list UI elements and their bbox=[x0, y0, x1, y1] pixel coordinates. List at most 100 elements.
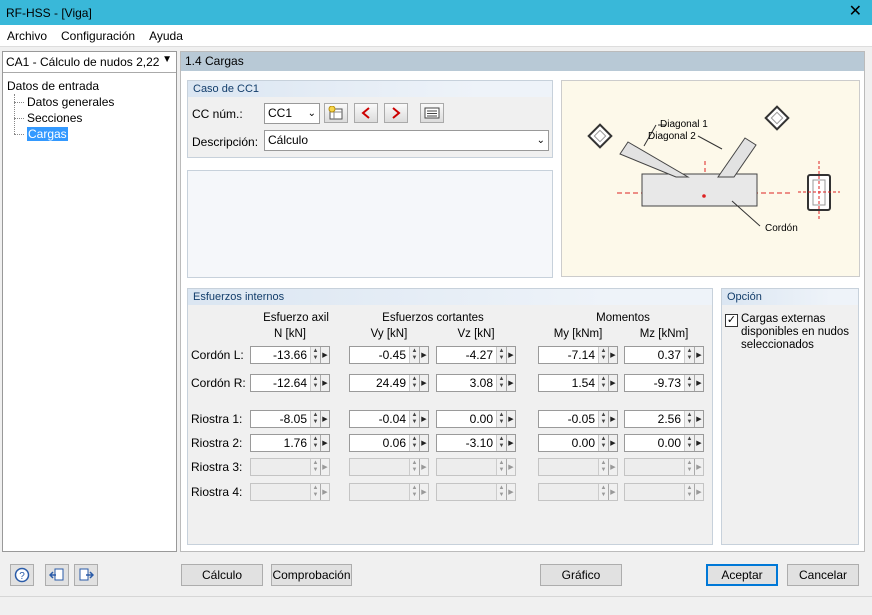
tree-item-datos-generales[interactable]: Datos generales bbox=[7, 94, 114, 110]
row-label: Cordón L: bbox=[191, 348, 244, 362]
spinner-arrows-icon[interactable]: ▲ ▼ bbox=[310, 435, 320, 451]
play-icon: ▶ bbox=[506, 459, 515, 475]
cc-select[interactable]: CC1 ⌄ bbox=[264, 103, 320, 124]
calculo-button[interactable]: Cálculo bbox=[181, 564, 263, 586]
play-icon[interactable]: ▶ bbox=[506, 411, 515, 427]
play-icon[interactable]: ▶ bbox=[694, 435, 703, 451]
close-icon[interactable]: ✕ bbox=[849, 3, 862, 21]
spinner-arrows-icon: ▲ ▼ bbox=[598, 459, 608, 475]
spinner-arrows-icon[interactable]: ▲ ▼ bbox=[496, 375, 506, 391]
input-value: 1.76 bbox=[283, 436, 307, 450]
play-icon[interactable]: ▶ bbox=[320, 347, 329, 363]
vz-input[interactable]: -4.27 ▲ ▼ ▶ bbox=[436, 346, 516, 364]
play-icon[interactable]: ▶ bbox=[419, 347, 428, 363]
play-icon[interactable]: ▶ bbox=[506, 375, 515, 391]
play-icon[interactable]: ▶ bbox=[506, 435, 515, 451]
spinner-arrows-icon[interactable]: ▲ ▼ bbox=[684, 435, 694, 451]
menu-configuracion[interactable]: Configuración bbox=[54, 29, 142, 43]
vy-input[interactable]: 24.49 ▲ ▼ ▶ bbox=[349, 374, 429, 392]
mz-input[interactable]: 0.00 ▲ ▼ ▶ bbox=[624, 434, 704, 452]
button-bar: ? Cálculo Comprobación Gráfico Aceptar C… bbox=[0, 556, 872, 596]
input-value: -0.05 bbox=[567, 412, 595, 426]
help-icon[interactable]: ? bbox=[10, 564, 34, 586]
grafico-button[interactable]: Gráfico bbox=[540, 564, 622, 586]
export-icon[interactable] bbox=[74, 564, 98, 586]
vy-input[interactable]: -0.45 ▲ ▼ ▶ bbox=[349, 346, 429, 364]
aceptar-button[interactable]: Aceptar bbox=[706, 564, 778, 586]
descripcion-select[interactable]: Cálculo ⌄ bbox=[264, 130, 549, 151]
vz-input[interactable]: -3.10 ▲ ▼ ▶ bbox=[436, 434, 516, 452]
spinner-arrows-icon[interactable]: ▲ ▼ bbox=[409, 375, 419, 391]
mz-input[interactable]: 0.37 ▲ ▼ ▶ bbox=[624, 346, 704, 364]
vy-input: ▲ ▼ ▶ bbox=[349, 483, 429, 501]
new-load-case-icon[interactable] bbox=[324, 103, 348, 123]
spinner-arrows-icon[interactable]: ▲ ▼ bbox=[496, 435, 506, 451]
my-input[interactable]: 1.54 ▲ ▼ ▶ bbox=[538, 374, 618, 392]
menu-ayuda[interactable]: Ayuda bbox=[142, 29, 190, 43]
spinner-arrows-icon[interactable]: ▲ ▼ bbox=[409, 435, 419, 451]
n-input[interactable]: -8.05 ▲ ▼ ▶ bbox=[250, 410, 330, 428]
spinner-arrows-icon[interactable]: ▲ ▼ bbox=[310, 375, 320, 391]
play-icon[interactable]: ▶ bbox=[608, 435, 617, 451]
previous-icon[interactable] bbox=[354, 103, 378, 123]
tree-item-cargas[interactable]: Cargas bbox=[7, 126, 114, 142]
spinner-arrows-icon[interactable]: ▲ ▼ bbox=[496, 411, 506, 427]
vy-input[interactable]: -0.04 ▲ ▼ ▶ bbox=[349, 410, 429, 428]
caso-group: Caso de CC1 CC núm.: CC1 ⌄ Descripción: … bbox=[187, 80, 553, 158]
spinner-arrows-icon[interactable]: ▲ ▼ bbox=[598, 347, 608, 363]
spinner-arrows-icon[interactable]: ▲ ▼ bbox=[496, 347, 506, 363]
spinner-arrows-icon[interactable]: ▲ ▼ bbox=[310, 411, 320, 427]
play-icon[interactable]: ▶ bbox=[694, 375, 703, 391]
play-icon: ▶ bbox=[419, 484, 428, 500]
vz-input[interactable]: 0.00 ▲ ▼ ▶ bbox=[436, 410, 516, 428]
spinner-arrows-icon[interactable]: ▲ ▼ bbox=[684, 347, 694, 363]
play-icon[interactable]: ▶ bbox=[694, 411, 703, 427]
play-icon[interactable]: ▶ bbox=[608, 375, 617, 391]
chevron-down-icon[interactable]: ▼ bbox=[162, 54, 172, 65]
spinner-arrows-icon[interactable]: ▲ ▼ bbox=[409, 347, 419, 363]
case-selector-value: CA1 - Cálculo de nudos 2,22 bbox=[6, 55, 160, 69]
comprobacion-button[interactable]: Comprobación bbox=[271, 564, 352, 586]
cancelar-button[interactable]: Cancelar bbox=[787, 564, 859, 586]
play-icon[interactable]: ▶ bbox=[419, 435, 428, 451]
vz-input[interactable]: 3.08 ▲ ▼ ▶ bbox=[436, 374, 516, 392]
n-input[interactable]: 1.76 ▲ ▼ ▶ bbox=[250, 434, 330, 452]
mz-input[interactable]: -9.73 ▲ ▼ ▶ bbox=[624, 374, 704, 392]
play-icon[interactable]: ▶ bbox=[419, 375, 428, 391]
play-icon[interactable]: ▶ bbox=[320, 411, 329, 427]
spinner-arrows-icon[interactable]: ▲ ▼ bbox=[598, 411, 608, 427]
play-icon[interactable]: ▶ bbox=[419, 411, 428, 427]
menu-bar: Archivo Configuración Ayuda bbox=[0, 25, 872, 46]
case-selector[interactable]: CA1 - Cálculo de nudos 2,22 ▼ bbox=[3, 52, 176, 73]
tree-root[interactable]: Datos de entrada bbox=[7, 78, 114, 94]
my-input[interactable]: 0.00 ▲ ▼ ▶ bbox=[538, 434, 618, 452]
row-label: Cordón R: bbox=[191, 376, 246, 390]
spinner-arrows-icon: ▲ ▼ bbox=[684, 459, 694, 475]
section-title: 1.4 Cargas bbox=[181, 52, 864, 71]
play-icon[interactable]: ▶ bbox=[320, 435, 329, 451]
next-icon[interactable] bbox=[384, 103, 408, 123]
n-input[interactable]: -12.64 ▲ ▼ ▶ bbox=[250, 374, 330, 392]
vy-input[interactable]: 0.06 ▲ ▼ ▶ bbox=[349, 434, 429, 452]
my-input[interactable]: -7.14 ▲ ▼ ▶ bbox=[538, 346, 618, 364]
spinner-arrows-icon[interactable]: ▲ ▼ bbox=[310, 347, 320, 363]
tree-item-secciones[interactable]: Secciones bbox=[7, 110, 114, 126]
play-icon[interactable]: ▶ bbox=[506, 347, 515, 363]
mz-input[interactable]: 2.56 ▲ ▼ ▶ bbox=[624, 410, 704, 428]
play-icon[interactable]: ▶ bbox=[694, 347, 703, 363]
play-icon[interactable]: ▶ bbox=[608, 411, 617, 427]
spinner-arrows-icon[interactable]: ▲ ▼ bbox=[684, 375, 694, 391]
import-icon[interactable] bbox=[45, 564, 69, 586]
list-icon[interactable] bbox=[420, 103, 444, 123]
menu-archivo[interactable]: Archivo bbox=[0, 29, 54, 43]
spinner-arrows-icon[interactable]: ▲ ▼ bbox=[409, 411, 419, 427]
spinner-arrows-icon[interactable]: ▲ ▼ bbox=[598, 435, 608, 451]
my-input[interactable]: -0.05 ▲ ▼ ▶ bbox=[538, 410, 618, 428]
play-icon[interactable]: ▶ bbox=[608, 347, 617, 363]
spinner-arrows-icon[interactable]: ▲ ▼ bbox=[684, 411, 694, 427]
spinner-arrows-icon[interactable]: ▲ ▼ bbox=[598, 375, 608, 391]
play-icon[interactable]: ▶ bbox=[320, 375, 329, 391]
cargas-externas-checkbox[interactable]: ✓ bbox=[725, 314, 738, 327]
n-input[interactable]: -13.66 ▲ ▼ ▶ bbox=[250, 346, 330, 364]
input-value: 2.56 bbox=[657, 412, 681, 426]
